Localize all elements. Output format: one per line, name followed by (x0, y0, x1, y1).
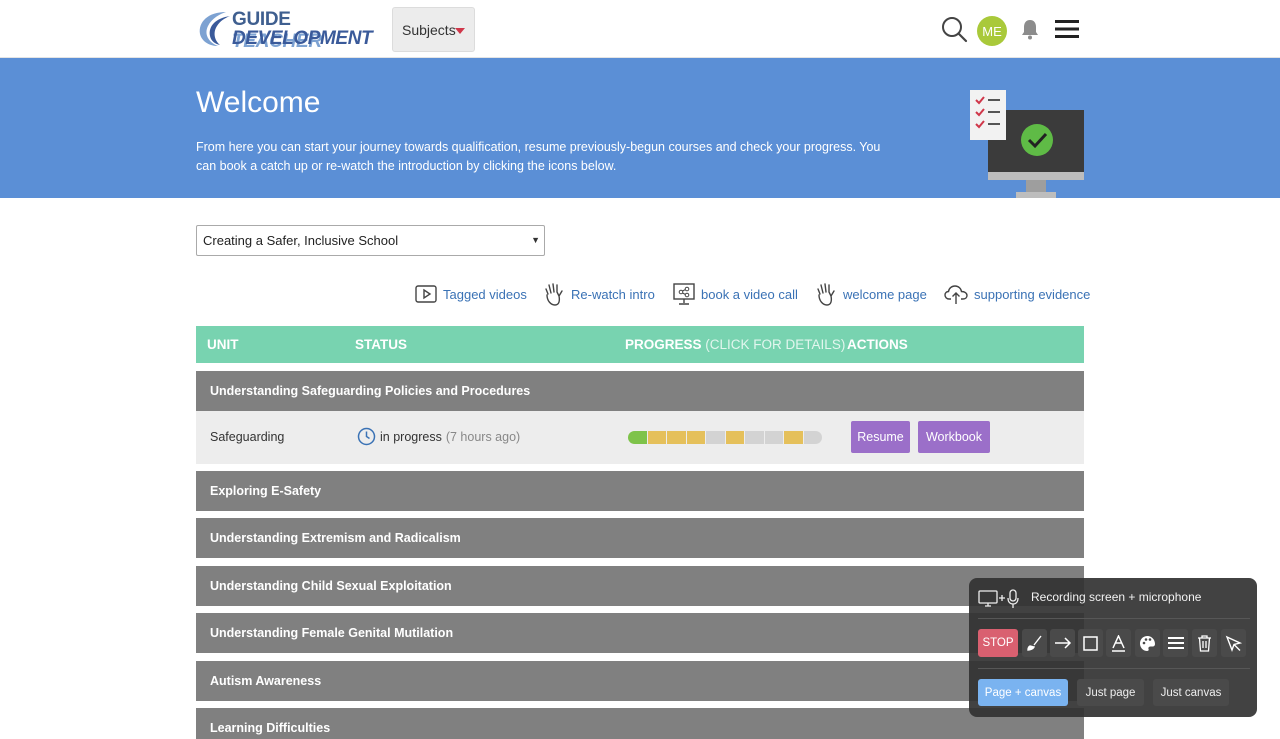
supporting-evidence-label: supporting evidence (974, 286, 1091, 302)
progress-segment (764, 431, 783, 444)
pointer-tool-button[interactable] (1221, 629, 1246, 657)
user-avatar[interactable]: ME (977, 16, 1007, 46)
supporting-evidence-link[interactable]: supporting evidence (944, 282, 1090, 306)
video-call-icon (673, 283, 695, 305)
unit-header[interactable]: Learning Difficulties (196, 708, 1084, 739)
rectangle-icon (1083, 635, 1098, 651)
course-select[interactable]: Creating a Safer, Inclusive School ▼ (196, 225, 545, 256)
column-header-actions: ACTIONS (847, 337, 908, 352)
subjects-label: Subjects (402, 21, 456, 38)
menu-button[interactable] (1052, 14, 1082, 44)
video-play-icon (415, 285, 437, 303)
stop-recording-button[interactable]: STOP (978, 629, 1018, 657)
progress-segment (647, 431, 666, 444)
status-text: in progress (380, 429, 442, 444)
logo-word-guide: GUIDE (232, 9, 291, 30)
logo-swoosh-icon (199, 12, 230, 46)
pointer-icon (1225, 635, 1242, 652)
unit-header[interactable]: Exploring E-Safety (196, 471, 1084, 511)
site-logo[interactable]: GUIDE TEACHER DEVELOPMENT (196, 8, 373, 52)
welcome-page-link[interactable]: welcome page (815, 282, 927, 306)
column-header-progress-hint: (CLICK FOR DETAILS) (705, 337, 846, 352)
notifications-button[interactable] (1015, 14, 1045, 44)
book-video-call-label: book a video call (701, 286, 798, 302)
arrow-icon (1054, 637, 1071, 649)
resume-button[interactable]: Resume (851, 421, 910, 453)
welcome-description: From here you can start your journey tow… (196, 140, 881, 173)
top-navigation-bar: GUIDE TEACHER DEVELOPMENT Subjects ME (0, 0, 1280, 58)
column-header-progress-label: PROGRESS (625, 337, 702, 352)
tagged-videos-link[interactable]: Tagged videos (415, 282, 527, 306)
text-tool-button[interactable] (1106, 629, 1131, 657)
column-header-progress: PROGRESS (CLICK FOR DETAILS) (625, 337, 845, 352)
mode-just-page-button[interactable]: Just page (1077, 679, 1144, 706)
subjects-dropdown-button[interactable]: Subjects (392, 7, 475, 52)
unit-header[interactable]: Understanding Female Genital Mutilation (196, 613, 1084, 653)
progress-segment (784, 431, 803, 444)
trash-icon (1198, 634, 1211, 652)
units-table-header: UNIT STATUS PROGRESS (CLICK FOR DETAILS)… (196, 326, 1084, 363)
recorder-divider (978, 618, 1250, 619)
welcome-banner: Welcome From here you can start your jou… (0, 58, 1280, 198)
logo-text-line2: DEVELOPMENT (232, 28, 373, 49)
progress-segment (803, 431, 822, 444)
rewatch-intro-label: Re-watch intro (571, 286, 655, 302)
course-select-value: Creating a Safer, Inclusive School (203, 233, 399, 248)
column-header-status: STATUS (355, 337, 407, 352)
progress-segment (686, 431, 705, 444)
color-tool-button[interactable] (1135, 629, 1160, 657)
unit-header[interactable]: Autism Awareness (196, 661, 1084, 701)
tagged-videos-label: Tagged videos (443, 286, 527, 302)
recorder-divider (978, 668, 1250, 669)
chevron-down-icon: ▼ (531, 235, 540, 245)
caret-down-icon (455, 28, 465, 34)
unit-status: in progress (7 hours ago) (357, 427, 520, 446)
mode-page-canvas-button[interactable]: Page + canvas (978, 679, 1068, 706)
text-icon (1112, 634, 1125, 652)
rectangle-tool-button[interactable] (1078, 629, 1103, 657)
screen-recorder-panel: Recording screen + microphone STOP Page … (969, 578, 1257, 717)
unit-header[interactable]: Understanding Extremism and Radicalism (196, 518, 1084, 558)
rewatch-intro-link[interactable]: Re-watch intro (543, 282, 655, 306)
unit-header[interactable]: Understanding Child Sexual Exploitation (196, 566, 1084, 606)
screen-microphone-icon (978, 589, 1019, 608)
status-time: (7 hours ago) (445, 429, 521, 444)
line-width-icon (1167, 637, 1184, 649)
page-title: Welcome (196, 86, 321, 119)
clock-icon (357, 427, 376, 446)
hand-wave-icon (545, 283, 563, 306)
progress-bar[interactable] (628, 431, 822, 444)
unit-name: Safeguarding (210, 430, 285, 444)
computer-checklist-illustration (970, 90, 1084, 198)
line-width-tool-button[interactable] (1163, 629, 1188, 657)
search-icon (942, 17, 968, 43)
bell-icon (1022, 20, 1038, 40)
palette-icon (1140, 635, 1155, 651)
recorder-status-text: Recording screen + microphone (1031, 590, 1202, 604)
search-button[interactable] (939, 14, 969, 44)
progress-segment (725, 431, 744, 444)
progress-segment (745, 431, 764, 444)
brush-icon (1026, 635, 1042, 651)
workbook-button[interactable]: Workbook (918, 421, 990, 453)
arrow-tool-button[interactable] (1050, 629, 1075, 657)
hamburger-menu-icon (1055, 20, 1079, 38)
hand-wave-icon (817, 283, 835, 306)
cloud-upload-icon (944, 285, 968, 304)
progress-segment (667, 431, 686, 444)
table-row: Safeguarding in progress (7 hours ago) R… (196, 411, 1084, 464)
welcome-page-label: welcome page (843, 286, 927, 302)
progress-segment (706, 431, 725, 444)
unit-header[interactable]: Understanding Safeguarding Policies and … (196, 371, 1084, 411)
progress-segment (628, 431, 647, 444)
brush-tool-button[interactable] (1022, 629, 1047, 657)
mode-just-canvas-button[interactable]: Just canvas (1153, 679, 1229, 706)
book-video-call-link[interactable]: book a video call (673, 282, 798, 306)
clear-tool-button[interactable] (1192, 629, 1217, 657)
column-header-unit: UNIT (207, 337, 239, 352)
